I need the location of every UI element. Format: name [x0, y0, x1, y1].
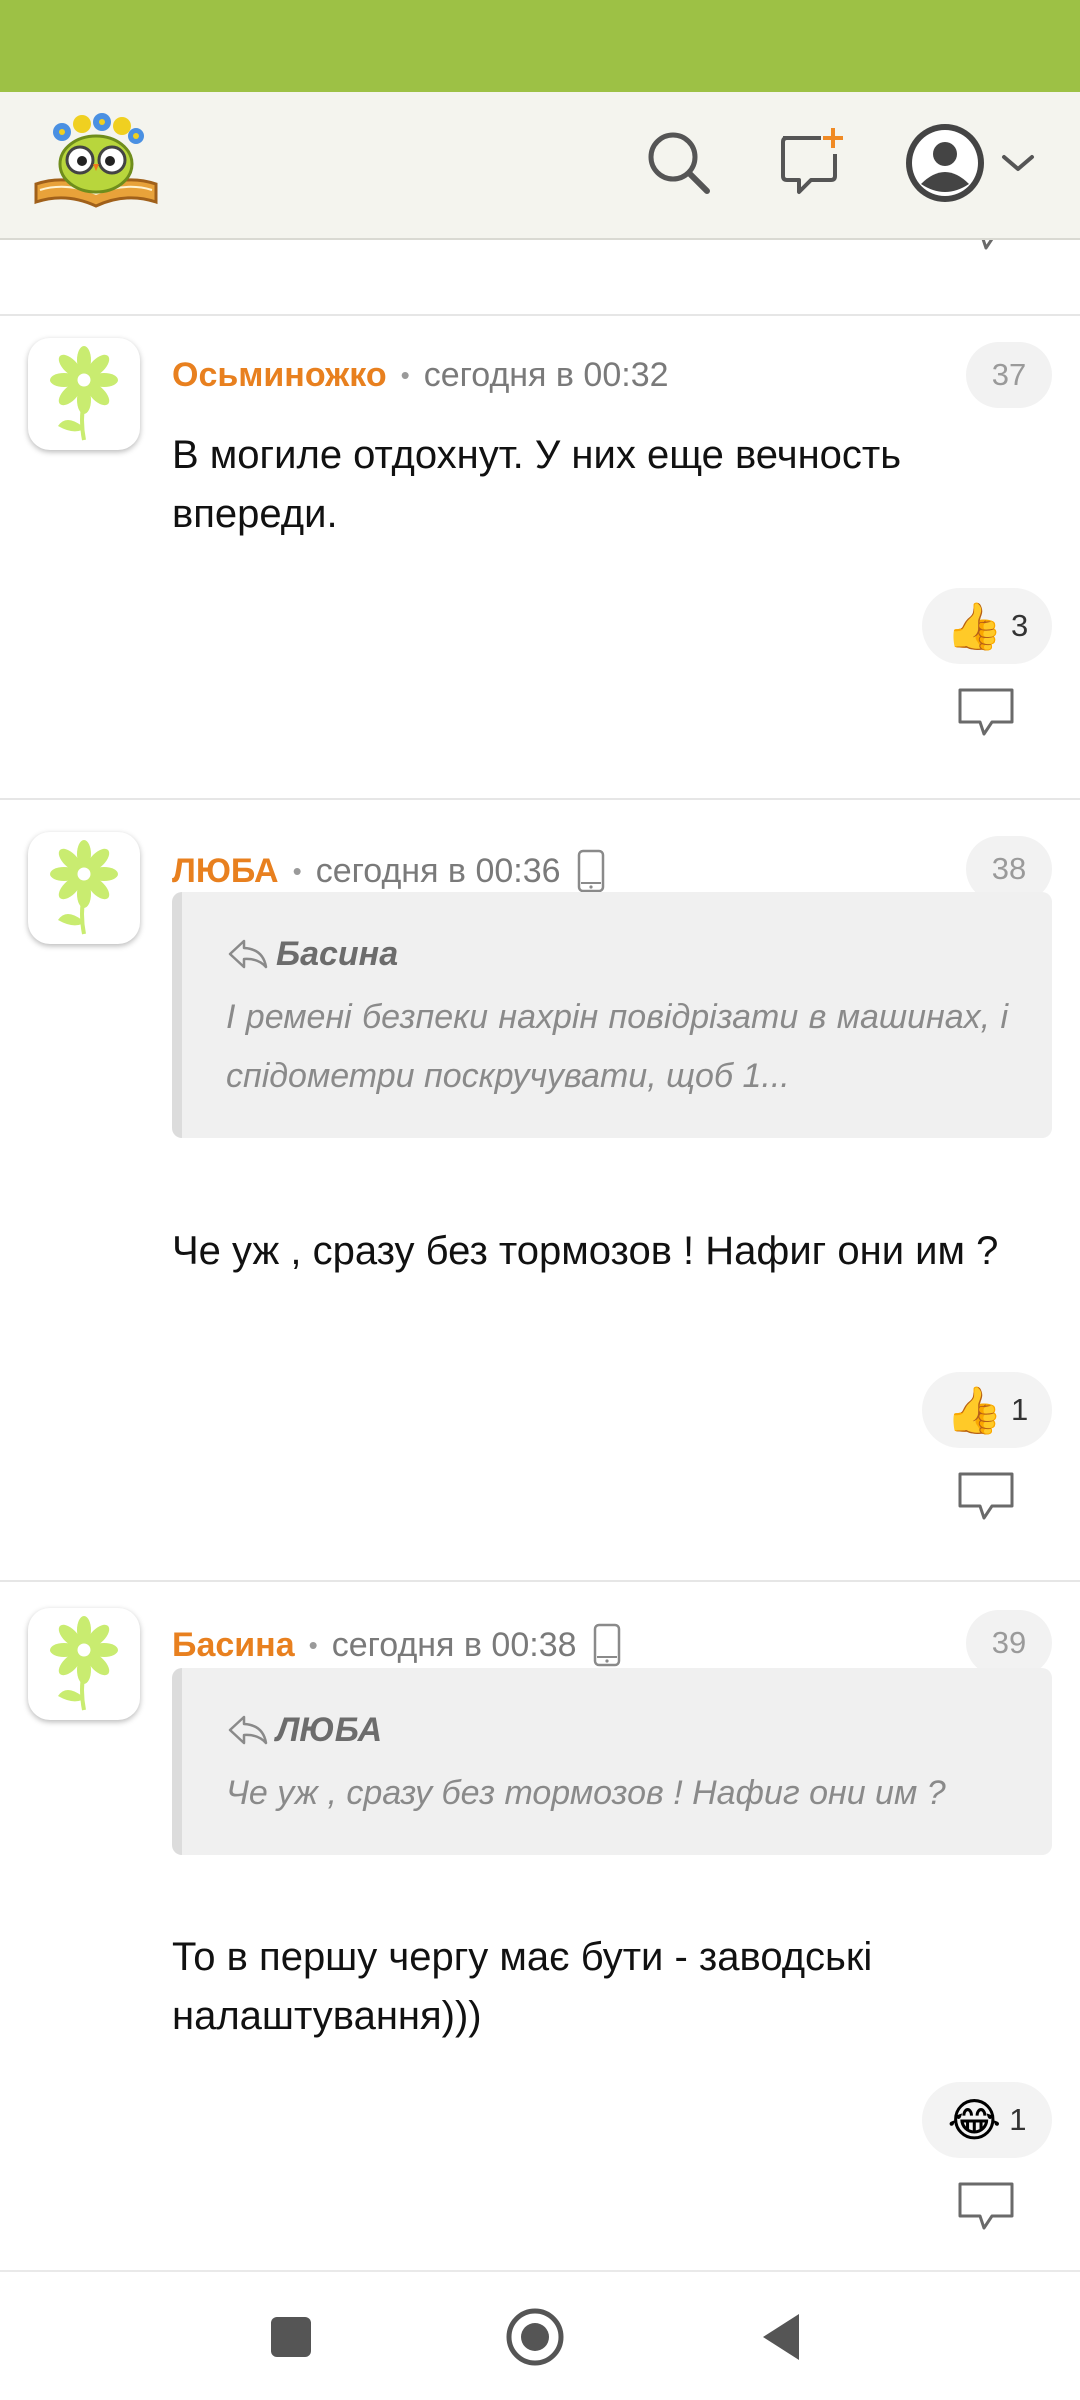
back-triangle-icon — [763, 2314, 799, 2360]
quote-block[interactable]: Басина І ремені безпеки нахрін повідріза… — [172, 892, 1052, 1138]
reply-icon[interactable] — [956, 2180, 1016, 2234]
recents-square-icon — [271, 2317, 311, 2357]
divider — [0, 314, 1080, 316]
quote-author: ЛЮБА — [276, 1710, 383, 1749]
flower-avatar-icon — [50, 1616, 118, 1711]
reply-arrow-icon — [228, 1715, 268, 1745]
divider — [0, 798, 1080, 800]
profile-menu-button[interactable] — [896, 118, 1046, 208]
quote-text: І ремені безпеки нахрін повідрізати в ма… — [226, 998, 1008, 1095]
new-message-button[interactable] — [770, 120, 854, 204]
search-icon — [648, 132, 710, 194]
user-avatar-icon — [906, 124, 984, 202]
divider — [0, 1580, 1080, 1582]
comment-meta: Басина • сегодня в 00:38 — [172, 1620, 621, 1670]
site-logo[interactable] — [32, 106, 160, 212]
back-button[interactable] — [746, 2302, 816, 2372]
reaction-button[interactable]: 👍 3 — [922, 588, 1052, 664]
home-button[interactable] — [500, 2302, 570, 2372]
comment-meta: Осьминожко • сегодня в 00:32 — [172, 350, 669, 400]
reply-icon[interactable] — [956, 1470, 1016, 1524]
reaction-count: 1 — [1009, 2102, 1027, 2137]
comment-author[interactable]: Осьминожко — [172, 356, 387, 395]
meta-separator: • — [292, 855, 302, 886]
comment-text: То в першу чергу має бути - заводські на… — [172, 1935, 873, 2038]
flower-avatar-icon — [50, 840, 118, 935]
thumbs-up-icon: 👍 — [945, 600, 1004, 652]
chevron-down-icon — [1002, 155, 1034, 171]
reply-icon[interactable] — [956, 686, 1016, 740]
comment-meta: ЛЮБА • сегодня в 00:36 — [172, 846, 605, 896]
system-navigation-bar — [0, 2270, 1080, 2400]
comment-text: В могиле отдохнут. У них еще вечность вп… — [172, 433, 902, 536]
thumbs-up-icon: 👍 — [945, 1384, 1004, 1436]
quote-text: Че уж , сразу без тормозов ! Нафиг они и… — [226, 1774, 946, 1812]
app-header — [0, 92, 1080, 240]
mobile-device-icon — [593, 1623, 621, 1667]
comment-time: сегодня в 00:32 — [423, 355, 669, 394]
home-circle-icon — [506, 2308, 564, 2366]
comment-number-badge[interactable]: 39 — [966, 1610, 1052, 1676]
laughing-tears-icon: 😂 — [947, 2094, 1002, 2146]
flower-avatar-icon — [50, 346, 118, 441]
reply-arrow-icon — [228, 939, 268, 969]
recents-button[interactable] — [256, 2302, 326, 2372]
status-bar — [0, 0, 1080, 92]
reaction-button[interactable]: 😂 1 — [922, 2082, 1052, 2158]
avatar[interactable] — [28, 1608, 140, 1720]
comment-text: Че уж , сразу без тормозов ! Нафиг они и… — [172, 1229, 999, 1273]
comment-time: сегодня в 00:36 — [315, 851, 561, 890]
reaction-button[interactable]: 👍 1 — [922, 1372, 1052, 1448]
comment-author[interactable]: ЛЮБА — [172, 852, 279, 891]
avatar[interactable] — [28, 832, 140, 944]
quote-block[interactable]: ЛЮБА Че уж , сразу без тормозов ! Нафиг … — [172, 1668, 1052, 1855]
meta-separator: • — [400, 359, 410, 390]
new-message-icon — [781, 128, 843, 194]
comment-author[interactable]: Басина — [172, 1626, 295, 1665]
comments-list: Осьминожко • сегодня в 00:32 37 В могиле… — [0, 240, 1080, 2270]
comment-time: сегодня в 00:38 — [331, 1625, 577, 1664]
reaction-count: 1 — [1011, 1392, 1029, 1427]
meta-separator: • — [308, 1629, 318, 1660]
search-button[interactable] — [636, 120, 720, 204]
mobile-device-icon — [577, 849, 605, 893]
quote-author: Басина — [276, 934, 399, 973]
avatar[interactable] — [28, 338, 140, 450]
comment-number-badge[interactable]: 37 — [966, 342, 1052, 408]
reply-icon[interactable] — [958, 240, 1018, 254]
reaction-count: 3 — [1011, 608, 1029, 643]
